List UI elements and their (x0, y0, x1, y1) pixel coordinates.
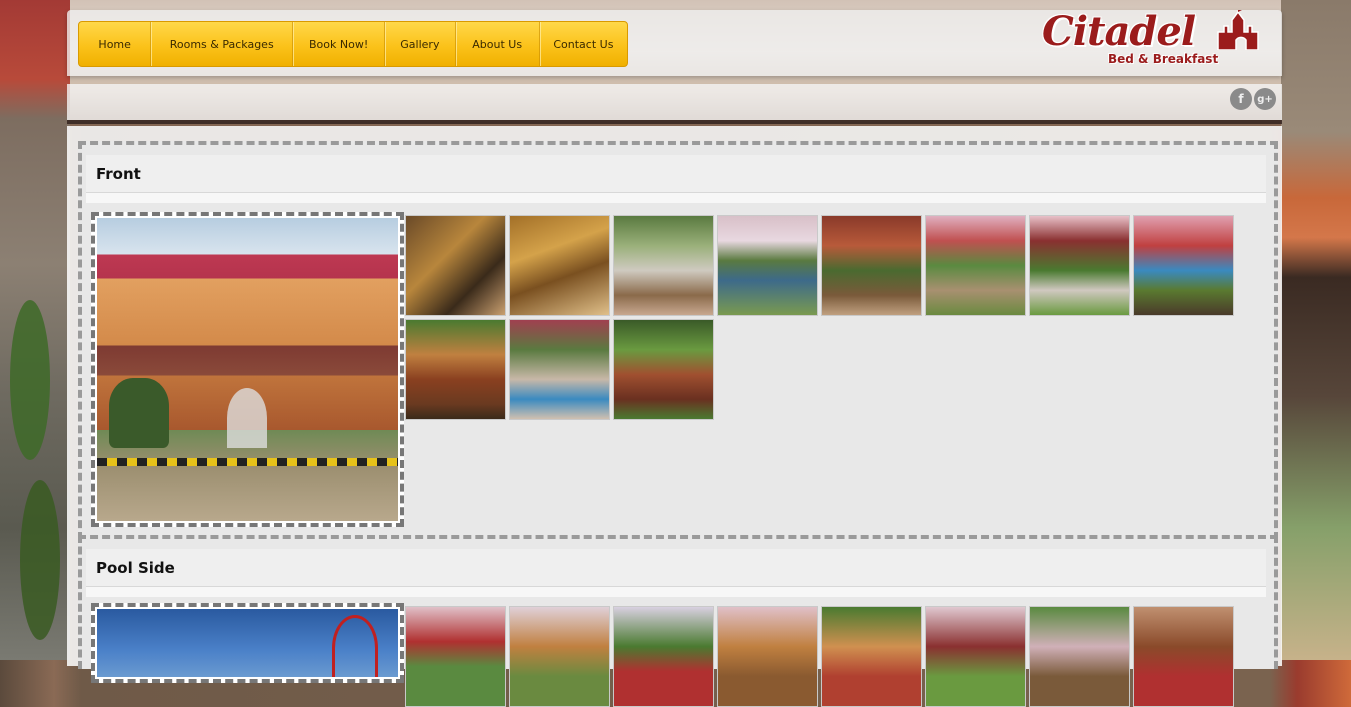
google-plus-icon[interactable]: g+ (1254, 88, 1276, 110)
castle-icon (1217, 10, 1259, 50)
background-right-scenery (1281, 0, 1351, 660)
nav-book-now[interactable]: Book Now! (293, 22, 386, 66)
main-photo-pool-side[interactable] (91, 603, 404, 683)
thumbnail-red-roof-cottage[interactable] (925, 606, 1026, 707)
main-photo-front[interactable] (91, 212, 404, 527)
thumbnail-walkway-garden[interactable] (1029, 606, 1130, 707)
thumbnail-tower-hut[interactable] (509, 606, 610, 707)
background-left-scenery (0, 0, 70, 660)
title-separator (86, 193, 1266, 203)
thumbnail-tower-walkway[interactable] (717, 606, 818, 707)
thumbnail-garden-umbrella[interactable] (613, 215, 714, 316)
thumbnail-lobby-lounge[interactable] (405, 215, 506, 316)
nav-about-us[interactable]: About Us (456, 22, 540, 66)
header-divider (67, 120, 1282, 124)
nav-rooms-packages[interactable]: Rooms & Packages (151, 22, 294, 66)
sub-header-bar (67, 84, 1282, 120)
thumbnail-reception-desk[interactable] (509, 215, 610, 316)
thumbnail-garden-tables[interactable] (1029, 215, 1130, 316)
background-leaf (10, 300, 50, 460)
logo-text: Citadel (1042, 8, 1196, 55)
title-separator (86, 587, 1266, 597)
section-title: Pool Side (86, 549, 1266, 587)
logo-tagline: Bed & Breakfast (1108, 52, 1219, 66)
section-title: Front (86, 155, 1266, 193)
nav-gallery[interactable]: Gallery (385, 22, 456, 66)
thumbnail-sign-entrance[interactable] (821, 215, 922, 316)
thumbnail-wall-decor[interactable] (1133, 606, 1234, 707)
photo-front-building (97, 218, 398, 521)
thumbnail-garden-pool[interactable] (717, 215, 818, 316)
site-logo[interactable]: Citadel Bed & Breakfast (1042, 8, 1274, 74)
thumbnail-pool-corner[interactable] (509, 319, 610, 420)
nav-contact-us[interactable]: Contact Us (540, 22, 627, 66)
thumbnail-garden-huts[interactable] (613, 606, 714, 707)
nav-home[interactable]: Home (79, 22, 152, 66)
background-leaf (20, 480, 60, 640)
thumbnail-red-roof-hut[interactable] (405, 606, 506, 707)
thumbnail-pool-plants[interactable] (1133, 215, 1234, 316)
thumbnail-wooden-stairs[interactable] (613, 319, 714, 420)
thumbnail-palm-shade[interactable] (821, 606, 922, 707)
main-nav: Home Rooms & Packages Book Now! Gallery … (78, 21, 628, 67)
thumbnail-walkway-tables[interactable] (925, 215, 1026, 316)
thumbnail-wooden-deck[interactable] (405, 319, 506, 420)
photo-pool-sky (97, 609, 398, 677)
facebook-icon[interactable]: f (1230, 88, 1252, 110)
